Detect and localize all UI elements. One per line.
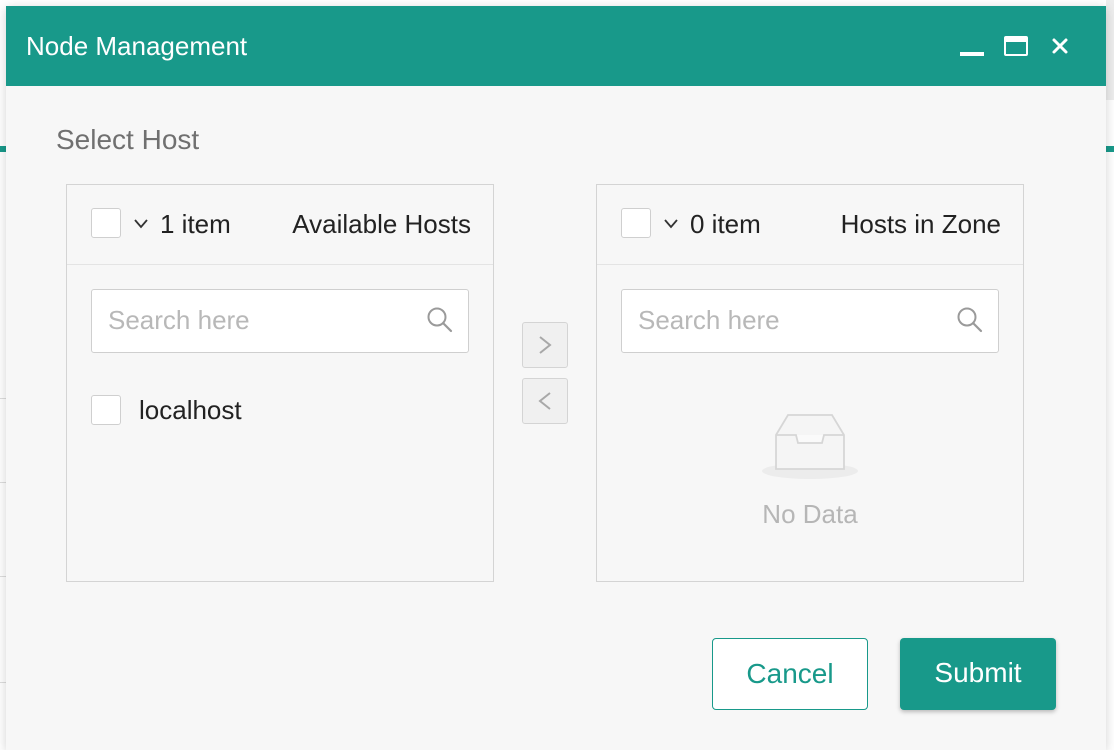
search-box: [91, 289, 469, 353]
select-all-checkbox[interactable]: [91, 208, 121, 238]
search-box: [621, 289, 999, 353]
empty-inbox-icon: [762, 414, 858, 479]
minimize-icon: [960, 52, 984, 56]
available-hosts-panel: 1 item Available Hosts localhost: [66, 184, 494, 582]
panel-title: Hosts in Zone: [840, 209, 1001, 239]
maximize-button[interactable]: [1002, 32, 1030, 60]
search-input[interactable]: [622, 290, 958, 351]
item-checkbox[interactable]: [91, 395, 121, 425]
search-input[interactable]: [92, 290, 428, 351]
hosts-in-zone-panel: 0 item Hosts in Zone No Data: [596, 184, 1024, 582]
maximize-icon: [1004, 36, 1028, 56]
item-label: localhost: [139, 395, 242, 425]
move-right-button[interactable]: [522, 322, 568, 368]
cancel-button[interactable]: Cancel: [712, 638, 868, 710]
item-count: 0 item: [690, 209, 761, 239]
search-icon: [427, 307, 453, 333]
chevron-left-icon: [538, 392, 551, 410]
select-all-checkbox[interactable]: [621, 208, 651, 238]
section-label: Select Host: [56, 124, 200, 155]
panel-title: Available Hosts: [292, 209, 471, 239]
close-button[interactable]: [1046, 32, 1074, 60]
node-management-dialog: Node Management Select Host 1 item Avail…: [6, 6, 1106, 750]
empty-state: No Data: [597, 409, 1023, 530]
chevron-down-icon[interactable]: [133, 217, 149, 229]
move-left-button[interactable]: [522, 378, 568, 424]
minimize-button[interactable]: [958, 32, 986, 60]
search-icon: [957, 307, 983, 333]
chevron-down-icon[interactable]: [663, 217, 679, 229]
chevron-right-icon: [539, 336, 552, 354]
panel-header: 1 item Available Hosts: [67, 185, 493, 265]
dialog-titlebar: Node Management: [6, 6, 1106, 86]
close-icon: [1052, 38, 1068, 54]
background-panel-edge: [1106, 0, 1114, 100]
list-item-localhost[interactable]: localhost: [91, 393, 461, 427]
dialog-title: Node Management: [26, 31, 248, 61]
empty-text: No Data: [762, 499, 858, 529]
submit-button[interactable]: Submit: [900, 638, 1056, 710]
panel-header: 0 item Hosts in Zone: [597, 185, 1023, 265]
item-count: 1 item: [160, 209, 231, 239]
